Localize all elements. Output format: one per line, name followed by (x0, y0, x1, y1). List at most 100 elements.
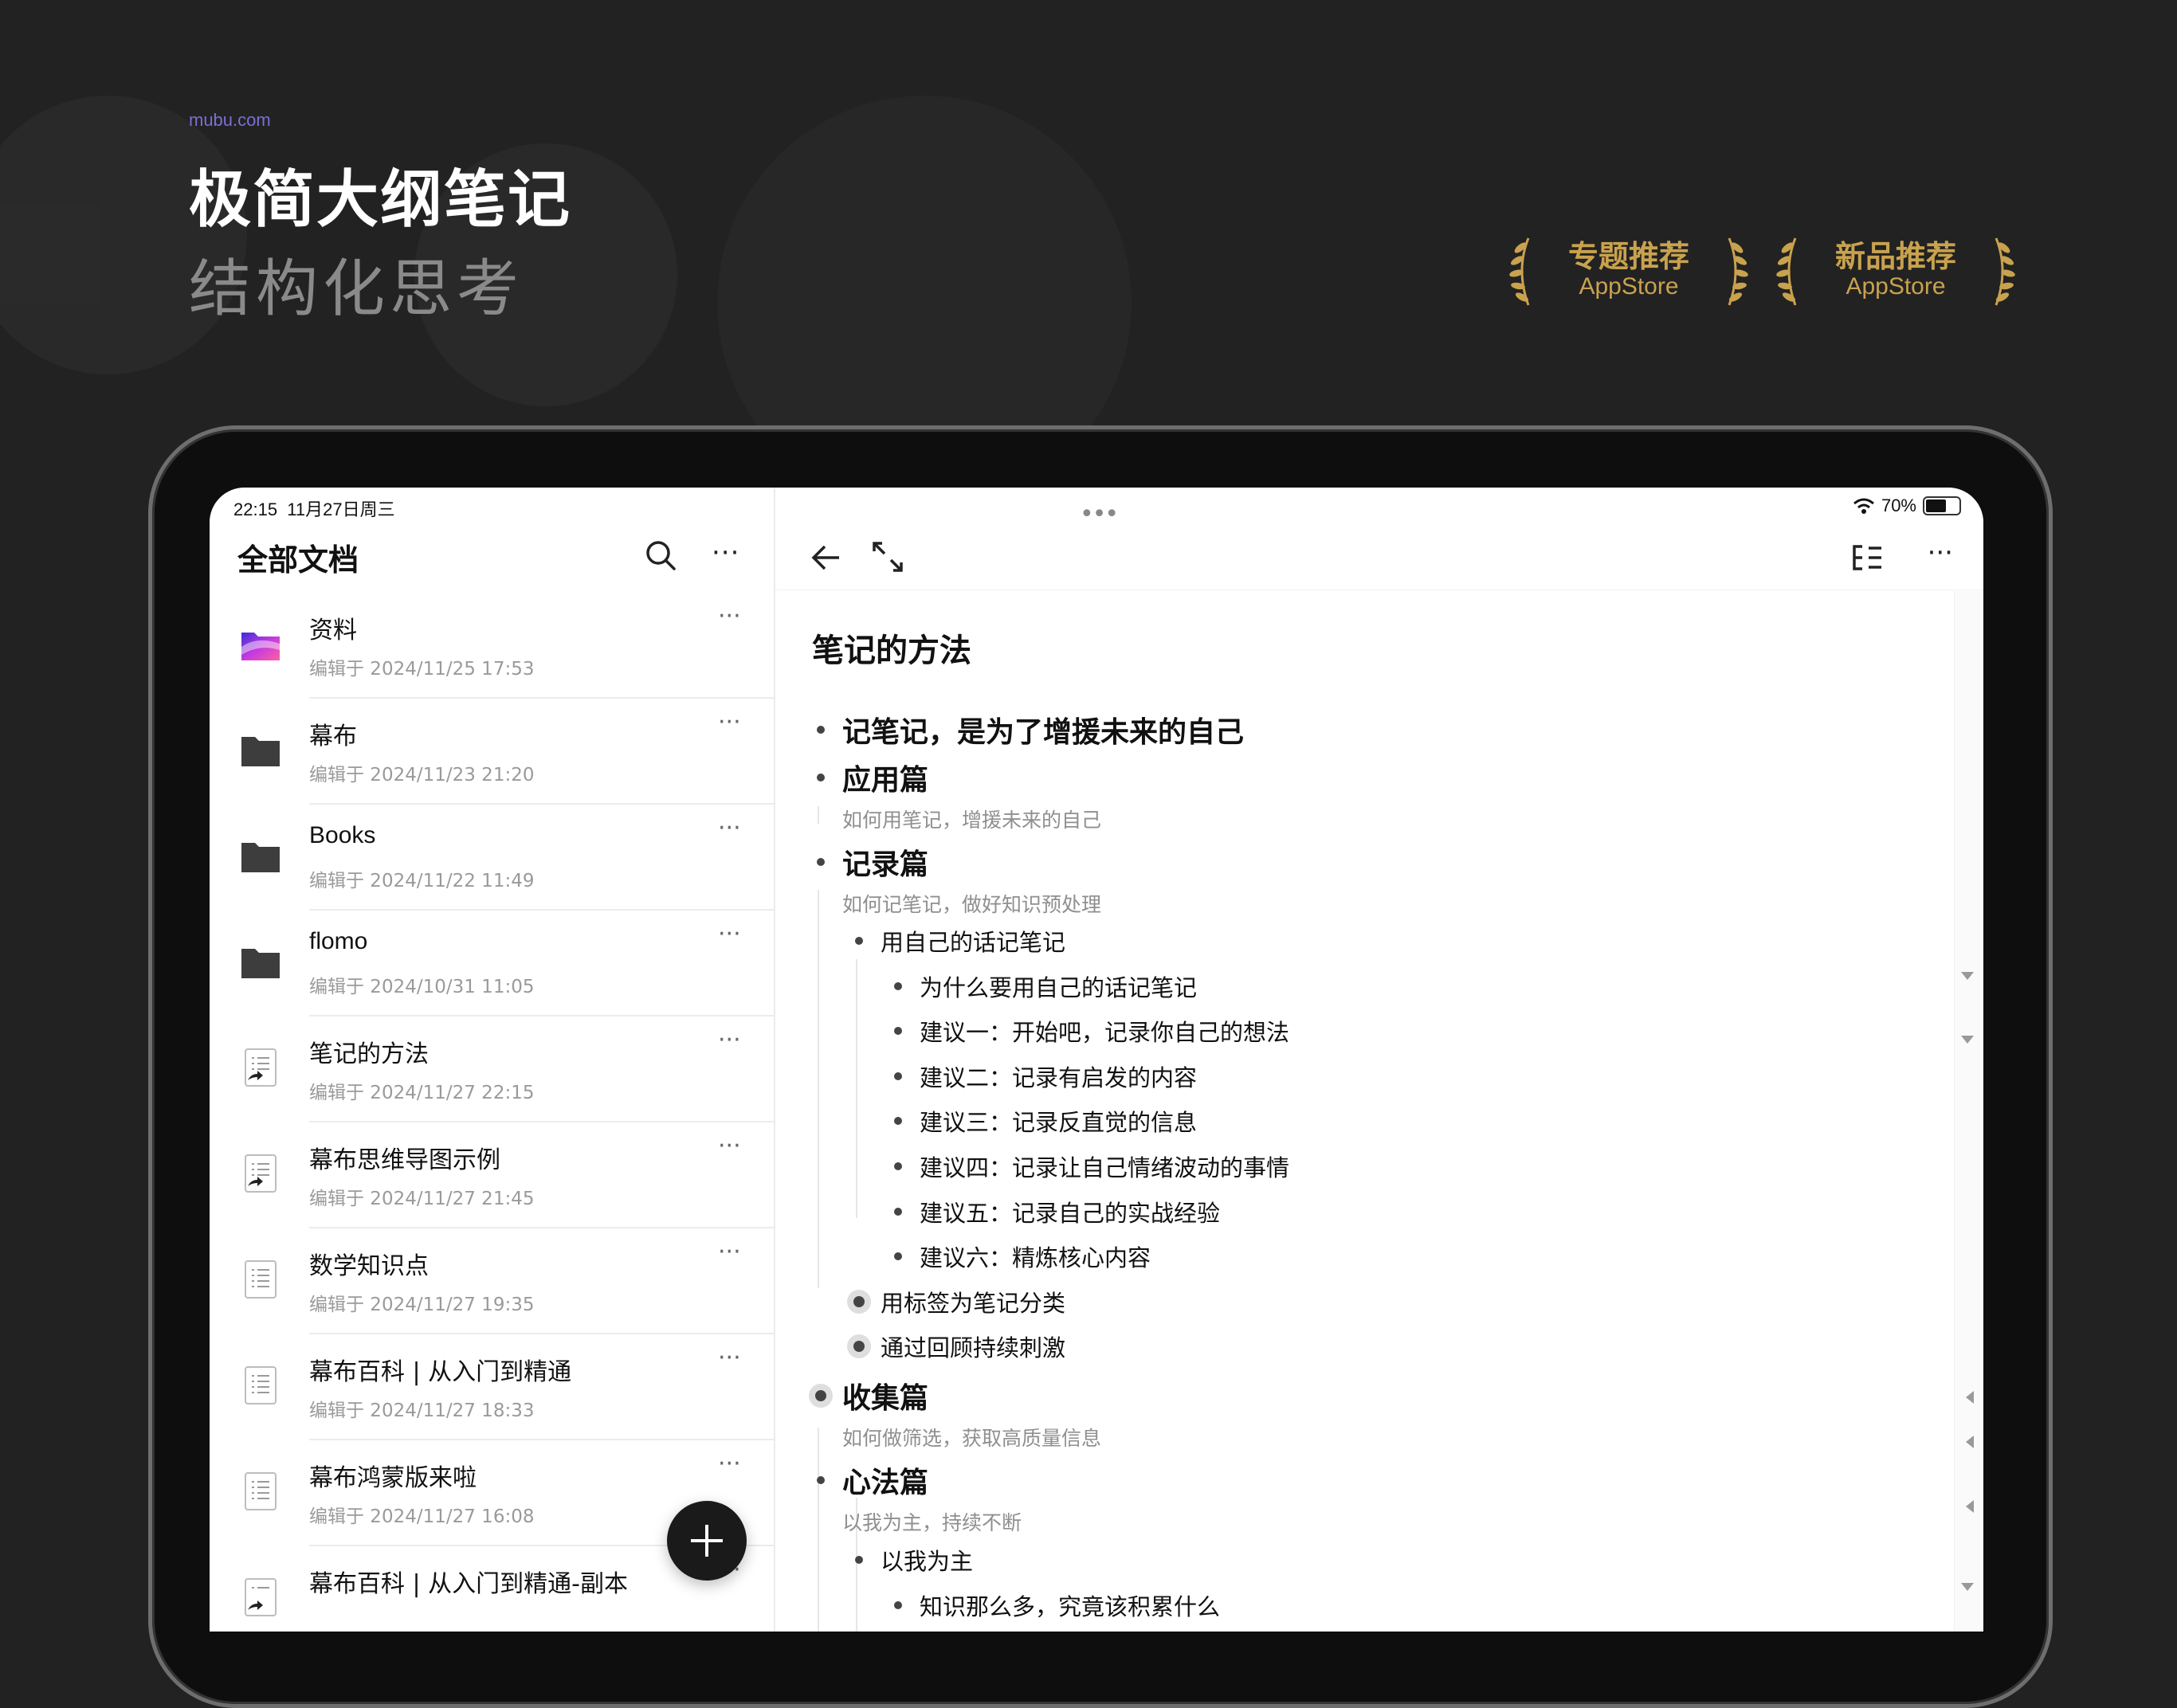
bullet[interactable] (817, 1476, 825, 1484)
outline-node[interactable]: 通过回顾持续刺激 (853, 1330, 1065, 1363)
outline-editor: ••• 70% ··· 笔记的方法 记笔记，是为了增援未来的自己 应用篇 如何用… (775, 488, 1983, 1632)
folder-icon (241, 843, 280, 872)
item-more-icon[interactable]: ··· (718, 1026, 741, 1054)
expand-arrow-icon[interactable] (1966, 1436, 1974, 1448)
outline-node[interactable]: 心法篇 (817, 1459, 928, 1501)
item-more-icon[interactable]: ··· (718, 920, 741, 948)
document-time: 编辑于 2024/11/23 21:20 (309, 765, 535, 785)
promo-title: 极简大纲笔记 (189, 164, 572, 236)
item-more-icon[interactable]: ··· (718, 708, 741, 736)
bullet[interactable] (894, 1072, 902, 1080)
award-badge: 新品推荐 AppStore (1776, 227, 2015, 315)
outline-node[interactable]: 建议四：记录让自己情绪波动的事情 (894, 1150, 1289, 1183)
node-note: 如何用笔记，增援未来的自己 (842, 809, 1102, 832)
outline-node[interactable]: 建议二：记录有启发的内容 (894, 1060, 1197, 1093)
outline-node[interactable]: 用标签为笔记分类 (853, 1285, 1065, 1318)
promo-site: mubu.com (189, 110, 271, 130)
item-more-icon[interactable]: ··· (718, 814, 741, 842)
document-time: 编辑于 2024/11/27 16:08 (309, 1506, 535, 1527)
item-more-icon[interactable]: ··· (718, 1132, 741, 1160)
document-icon (245, 1366, 277, 1404)
outline-node[interactable]: 建议三：记录反直觉的信息 (894, 1104, 1197, 1138)
outline-node[interactable]: 建议一：开始吧，记录你自己的想法 (894, 1014, 1289, 1048)
promo-subtitle: 结构化思考 (189, 253, 524, 325)
document-icon (245, 1472, 277, 1510)
multitask-handle[interactable]: ••• (1080, 500, 1119, 528)
document-name: 资料 (309, 617, 357, 644)
bullet[interactable] (894, 1117, 902, 1125)
bullet[interactable] (894, 1162, 902, 1170)
list-item[interactable]: 数学知识点 编辑于 2024/11/27 19:35 ··· (210, 1228, 774, 1334)
bullet[interactable] (817, 774, 825, 782)
bullet[interactable] (894, 1027, 902, 1035)
outline-node[interactable]: 建议五：记录自己的实战经验 (894, 1195, 1220, 1228)
sidebar-more-icon[interactable]: ··· (712, 537, 739, 569)
document-name: 数学知识点 (309, 1252, 429, 1280)
battery-icon (1923, 496, 1961, 515)
status-date: 11月27日周三 (287, 499, 395, 519)
expand-arrow-icon[interactable] (1966, 1500, 1974, 1513)
colorful-folder-icon (241, 633, 280, 660)
outline-view-icon[interactable] (1851, 543, 1883, 572)
collapse-arrow-icon[interactable] (1961, 1583, 1974, 1591)
award-title: 新品推荐 (1834, 239, 1956, 274)
collapsed-bullet[interactable] (853, 1341, 865, 1352)
add-document-button[interactable] (667, 1501, 747, 1581)
item-more-icon[interactable]: ··· (718, 602, 741, 630)
document-name: 幕布百科 | 从入门到精通-副本 (309, 1570, 629, 1598)
collapsed-bullet[interactable] (815, 1390, 826, 1401)
fullscreen-icon[interactable] (871, 540, 904, 574)
collapse-arrow-icon[interactable] (1961, 1036, 1974, 1044)
document-time: 编辑于 2024/10/31 11:05 (309, 977, 535, 997)
list-item[interactable]: 资料 编辑于 2024/11/25 17:53 ··· (210, 593, 774, 699)
bullet[interactable] (894, 982, 902, 990)
shared-document-icon (245, 1578, 277, 1616)
status-right: 70% (1853, 496, 1961, 516)
list-item[interactable]: flomo 编辑于 2024/10/31 11:05 ··· (210, 911, 774, 1017)
bullet[interactable] (894, 1208, 902, 1216)
document-time: 编辑于 2024/11/27 18:33 (309, 1400, 535, 1421)
expand-arrow-icon[interactable] (1966, 1391, 1974, 1404)
outline-node[interactable]: 记笔记，是为了增援未来的自己 (817, 709, 1244, 750)
document-name: 幕布 (309, 723, 357, 750)
document-time: 编辑于 2024/11/27 19:35 (309, 1295, 535, 1315)
outline-node[interactable]: 建议六：精炼核心内容 (894, 1240, 1151, 1273)
document-sidebar: 22:15 11月27日周三 全部文档 ··· 资料 编辑于 2024/11/2… (210, 488, 775, 1632)
document-title: 笔记的方法 (812, 633, 971, 669)
list-item[interactable]: 幕布 编辑于 2024/11/23 21:20 ··· (210, 699, 774, 805)
bullet[interactable] (894, 1252, 902, 1260)
item-more-icon[interactable]: ··· (718, 1450, 741, 1478)
outline-node[interactable]: 收集篇 (815, 1375, 928, 1416)
bullet[interactable] (855, 1556, 863, 1564)
list-item[interactable]: 幕布思维导图示例 编辑于 2024/11/27 21:45 ··· (210, 1122, 774, 1228)
node-note: 如何做筛选，获取高质量信息 (842, 1427, 1102, 1450)
outline-node[interactable]: 知识那么多，究竟该积累什么 (894, 1589, 1220, 1622)
editor-more-icon[interactable]: ··· (1928, 537, 1953, 569)
document-icon (245, 1260, 277, 1299)
search-icon[interactable] (644, 539, 677, 572)
document-name: 幕布思维导图示例 (309, 1146, 500, 1174)
outline-node[interactable]: 为什么要用自己的话记笔记 (894, 970, 1197, 1003)
outline-node[interactable]: 用自己的话记笔记 (855, 924, 1065, 958)
list-item[interactable]: Books 编辑于 2024/11/22 11:49 ··· (210, 805, 774, 911)
outline-node[interactable]: 记录篇 (817, 841, 928, 883)
sidebar-title: 全部文档 (237, 543, 359, 578)
outline-node[interactable]: 应用篇 (817, 757, 928, 798)
bullet[interactable] (817, 726, 825, 734)
bullet[interactable] (855, 937, 863, 945)
battery-percent: 70% (1881, 496, 1916, 515)
collapse-arrow-icon[interactable] (1961, 972, 1974, 980)
list-item[interactable]: 幕布百科 | 从入门到精通 编辑于 2024/11/27 18:33 ··· (210, 1334, 774, 1440)
collapsed-bullet[interactable] (853, 1296, 865, 1307)
back-arrow-icon[interactable] (810, 543, 842, 572)
outline-node[interactable]: 以我为主 (855, 1543, 973, 1577)
node-note: 以我为主，持续不断 (842, 1511, 1022, 1534)
list-item[interactable]: 笔记的方法 编辑于 2024/11/27 22:15 ··· (210, 1017, 774, 1122)
node-note: 如何记笔记，做好知识预处理 (842, 893, 1102, 916)
shared-document-icon (245, 1154, 277, 1193)
item-more-icon[interactable]: ··· (718, 1344, 741, 1372)
document-name: 笔记的方法 (309, 1040, 429, 1068)
item-more-icon[interactable]: ··· (718, 1238, 741, 1266)
bullet[interactable] (894, 1601, 902, 1609)
bullet[interactable] (817, 858, 825, 866)
